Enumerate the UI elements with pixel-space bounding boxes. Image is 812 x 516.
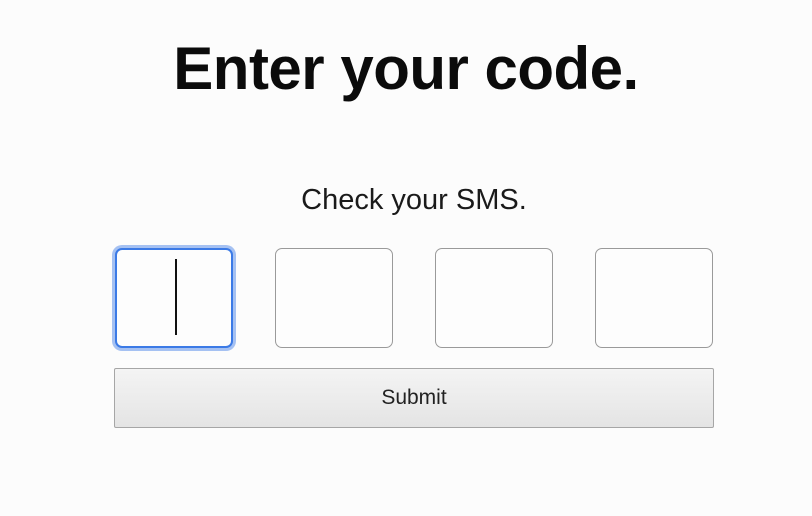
text-caret (175, 259, 177, 335)
code-digit-1-input[interactable] (115, 248, 233, 348)
code-digit-3-input[interactable] (435, 248, 553, 348)
submit-button[interactable]: Submit (114, 368, 714, 428)
page-title: Enter your code. (173, 35, 639, 102)
code-entry-page: Enter your code. Check your SMS. Submit (0, 0, 812, 516)
code-digit-2-input[interactable] (275, 248, 393, 348)
sms-instruction: Check your SMS. (301, 184, 527, 216)
code-digit-4-input[interactable] (595, 248, 713, 348)
